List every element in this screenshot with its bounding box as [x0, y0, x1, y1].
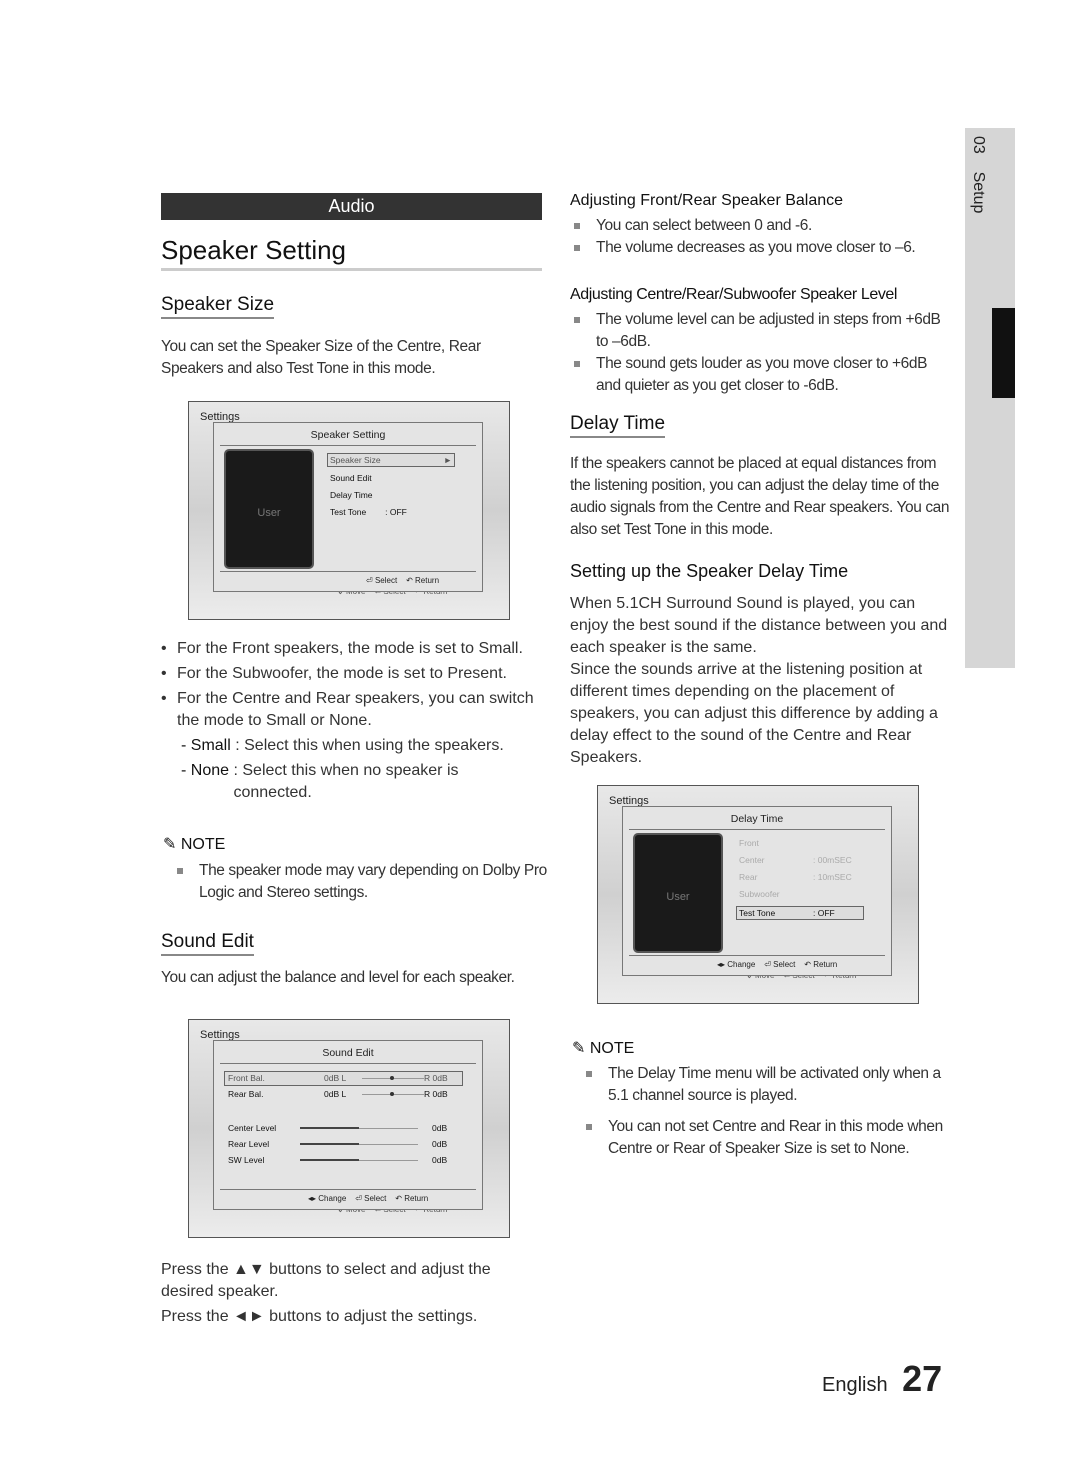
delay-setup-text: When 5.1CH Surround Sound is played, you… — [570, 595, 948, 766]
page-number: 27 — [902, 1358, 943, 1399]
level-row[interactable]: SW Level — [228, 1155, 264, 1165]
note-label: ✎ NOTE — [163, 836, 226, 853]
level-list: The volume level can be adjusted in step… — [570, 309, 955, 397]
delay-item[interactable]: Center: 00mSEC — [739, 855, 852, 865]
section-header: Audio — [161, 193, 542, 220]
delay-setup-heading: Setting up the Speaker Delay Time — [570, 561, 849, 581]
pencil-icon: ✎ — [163, 836, 177, 853]
chapter-label: Setup — [970, 171, 987, 214]
manual-page: 03 Setup Audio Speaker Setting Speaker S… — [0, 0, 1080, 1479]
delay-item[interactable]: Subwoofer — [739, 889, 813, 899]
press-instructions: Press the ▲▼ buttons to select and adjus… — [161, 1261, 491, 1325]
balance-list: You can select between 0 and -6. The vol… — [570, 215, 955, 259]
rear-balance-row[interactable]: Rear Bal. — [228, 1089, 263, 1099]
page-title: Speaker Setting — [161, 235, 542, 271]
delay-time-screen: Settings ⇕ Move ⏎ Select ↶ Return Delay … — [597, 785, 919, 1004]
chapter-marker — [992, 308, 1015, 398]
page-footer: English 27 — [822, 1358, 942, 1400]
speaker-size-bullets: For the Front speakers, the mode is set … — [161, 638, 541, 804]
delay-notes: The Delay Time menu will be activated on… — [582, 1063, 952, 1160]
language-label: English — [822, 1374, 888, 1396]
sound-edit-intro: You can adjust the balance and level for… — [161, 969, 515, 986]
tv-speaker-diagram: User — [633, 833, 723, 953]
level-slider[interactable] — [300, 1159, 418, 1161]
menu-item-speaker-size[interactable]: Speaker Size ► — [327, 453, 455, 467]
tv-speaker-diagram: User — [224, 449, 314, 569]
chapter-number: 03 — [970, 136, 987, 154]
delay-time-heading: Delay Time — [570, 413, 666, 438]
level-slider[interactable] — [300, 1127, 418, 1129]
delay-note-label: ✎ NOTE — [572, 1040, 635, 1057]
level-heading: Adjusting Centre/Rear/Subwoofer Speaker … — [570, 286, 898, 303]
speaker-size-heading: Speaker Size — [161, 294, 275, 319]
level-slider[interactable] — [300, 1143, 418, 1145]
delay-item[interactable]: Front — [739, 838, 813, 848]
sound-edit-screen: Settings ⇕ Move ⏎ Select ↶ Return Sound … — [188, 1019, 510, 1238]
screen-title: Speaker Setting — [220, 423, 476, 446]
chapter-tab: 03 Setup — [965, 128, 1015, 668]
menu-item-delay-time[interactable]: Delay Time — [330, 490, 373, 500]
pencil-icon: ✎ — [572, 1040, 586, 1057]
menu-item-sound-edit[interactable]: Sound Edit — [330, 473, 372, 483]
speaker-size-intro: You can set the Speaker Size of the Cent… — [161, 338, 481, 377]
balance-heading: Adjusting Front/Rear Speaker Balance — [570, 192, 844, 209]
sound-edit-heading: Sound Edit — [161, 931, 254, 956]
menu-item-test-tone[interactable]: Test Tone : OFF — [330, 507, 407, 517]
level-row[interactable]: Center Level — [228, 1123, 276, 1133]
delay-item[interactable]: Test Tone: OFF — [736, 906, 864, 920]
delay-item[interactable]: Rear: 10mSEC — [739, 872, 852, 882]
delay-time-intro: If the speakers cannot be placed at equa… — [570, 455, 950, 538]
speaker-size-note: The speaker mode may vary depending on D… — [173, 860, 559, 904]
speaker-setting-screen: Settings ⇕ Move ⏎ Select ↶ Return Speake… — [188, 401, 510, 620]
level-row[interactable]: Rear Level — [228, 1139, 269, 1149]
